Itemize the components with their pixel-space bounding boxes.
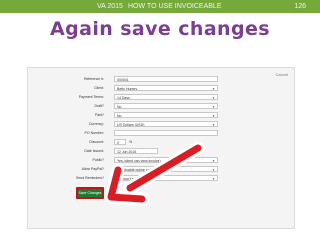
red-arrow-icon — [104, 141, 205, 206]
